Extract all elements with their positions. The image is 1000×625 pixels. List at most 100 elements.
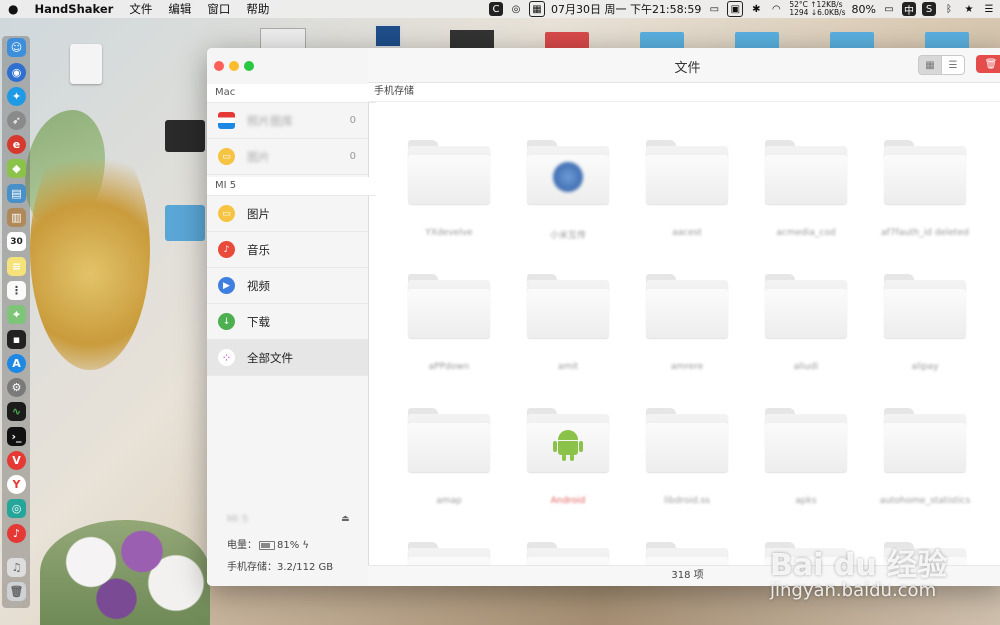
reminders-icon[interactable]: ⋮ xyxy=(7,281,26,300)
yandex-icon[interactable]: Y xyxy=(7,475,26,494)
list-view-button[interactable]: ☰ xyxy=(941,55,965,75)
watermark-url: jingyan.baidu.com xyxy=(770,580,937,601)
sidebar-item-mac-pictures[interactable]: ▭ 图片 0 xyxy=(207,139,368,175)
desktop-photo-icon[interactable] xyxy=(450,30,494,50)
trash-icon[interactable]: 🗑 xyxy=(7,582,26,601)
desktop-wallpaper-pineapple xyxy=(30,130,150,370)
folder-label: autohome_statistics xyxy=(879,496,971,506)
delete-button[interactable]: 🗑 xyxy=(976,55,1000,73)
eject-icon[interactable]: ⏏ xyxy=(341,514,350,524)
list-icon: ☰ xyxy=(948,59,958,71)
app-store-icon[interactable]: A xyxy=(7,354,26,373)
close-button[interactable] xyxy=(214,61,224,71)
folder-item[interactable] xyxy=(646,274,728,344)
star-icon[interactable]: ★ xyxy=(962,2,976,16)
charging-icon: ϟ xyxy=(302,540,310,551)
sidebar-item-videos[interactable]: ▶ 视频 xyxy=(207,268,368,304)
sidebar-item-label: 视频 xyxy=(247,278,270,293)
folder-label: Android xyxy=(550,496,586,506)
desktop-file-icon[interactable] xyxy=(165,120,205,152)
folder-item[interactable] xyxy=(527,274,609,344)
app-red-icon[interactable]: e xyxy=(7,135,26,154)
battery-icon[interactable]: ▭ xyxy=(882,2,896,16)
sidebar-item-photo-library[interactable]: 照片图库 0 xyxy=(207,103,368,139)
folder-item[interactable] xyxy=(408,408,490,478)
terminal-dark-icon[interactable]: ▪ xyxy=(7,330,26,349)
system-preferences-icon[interactable]: ⚙ xyxy=(7,378,26,397)
desktop-monitor-icon[interactable] xyxy=(374,24,402,48)
sidebar-item-music[interactable]: ♪ 音乐 xyxy=(207,232,368,268)
sidebar-item-label: 音乐 xyxy=(247,242,270,257)
system-stats[interactable]: 52°C ↑12KB/s 1294 ↓6.0KB/s xyxy=(789,1,845,17)
menu-edit[interactable]: 编辑 xyxy=(160,1,199,17)
minimize-button[interactable] xyxy=(229,61,239,71)
sidebar-item-all-files[interactable]: ⁘ 全部文件 xyxy=(207,340,368,376)
wifi-icon[interactable]: ◠ xyxy=(769,2,783,16)
apple-menu-icon[interactable]: ● xyxy=(0,2,26,16)
all-files-icon: ⁘ xyxy=(218,349,235,366)
maps-icon[interactable]: ⌖ xyxy=(7,305,26,324)
dock: ☺ ◉ ✦ ➶ e ◆ ▤ ▥ 30 ≡ ⋮ ⌖ ▪ A ⚙ ∿ ›_ V Y … xyxy=(2,36,30,608)
image-icon[interactable]: ▣ xyxy=(727,1,744,17)
folder-item[interactable] xyxy=(884,140,966,210)
grid-view-button[interactable]: ▦ xyxy=(918,55,942,75)
safari-icon[interactable]: ✦ xyxy=(7,87,26,106)
menu-file[interactable]: 文件 xyxy=(121,1,160,17)
clock-datetime[interactable]: 07月30日 周一 下午21:58:59 xyxy=(551,1,701,17)
activity-monitor-icon[interactable]: ∿ xyxy=(7,402,26,421)
menu-help[interactable]: 帮助 xyxy=(238,1,277,17)
sidebar-item-pictures[interactable]: ▭ 图片 xyxy=(207,196,368,232)
finder-icon[interactable]: ☺ xyxy=(7,38,26,57)
sogou-icon[interactable]: S xyxy=(922,2,936,16)
folder-item[interactable] xyxy=(765,408,847,478)
app-menu[interactable]: HandShaker xyxy=(26,2,121,16)
folder-item[interactable] xyxy=(527,408,609,478)
airplay-icon[interactable]: ▭ xyxy=(707,2,721,16)
folder-item[interactable] xyxy=(408,274,490,344)
desktop-file-icon[interactable] xyxy=(165,205,205,241)
folder-item[interactable] xyxy=(646,408,728,478)
clipboard-c-icon[interactable]: C xyxy=(488,2,503,16)
netease-music-icon[interactable]: ♪ xyxy=(7,524,26,543)
picture-icon: ▭ xyxy=(218,148,235,165)
contacts-icon[interactable]: ▥ xyxy=(7,208,26,227)
launchpad-icon[interactable]: ◉ xyxy=(7,63,26,82)
bluetooth-icon[interactable]: ᛒ xyxy=(942,2,956,16)
sidebar-item-downloads[interactable]: ↓ 下载 xyxy=(207,304,368,340)
menu-window[interactable]: 窗口 xyxy=(199,1,238,17)
preview-icon[interactable]: ▤ xyxy=(7,184,26,203)
breadcrumb[interactable]: 手机存储 xyxy=(368,83,1000,102)
folder-item[interactable] xyxy=(527,140,609,210)
calendar-icon[interactable]: ▦ xyxy=(528,1,545,17)
folder-item[interactable] xyxy=(646,140,728,210)
grid-icon: ▦ xyxy=(925,59,935,71)
section-header-device: MI 5 xyxy=(207,177,376,196)
folder-item[interactable] xyxy=(765,140,847,210)
device-name: MI 5 xyxy=(227,514,249,525)
input-method-indicator[interactable]: 中 xyxy=(902,2,916,17)
folder-item[interactable] xyxy=(884,274,966,344)
title-bar: 文件 ▦ ☰ 🗑 xyxy=(368,48,1000,83)
rocket-icon[interactable]: ➶ xyxy=(7,111,26,130)
play-icon: ▶ xyxy=(218,277,235,294)
zoom-button[interactable] xyxy=(244,61,254,71)
shortcut-icon[interactable]: ✱ xyxy=(749,2,763,16)
terminal-icon[interactable]: ›_ xyxy=(7,427,26,446)
desktop-file-icon[interactable] xyxy=(70,44,102,84)
menu-list-icon[interactable]: ☰ xyxy=(982,2,996,16)
folder-label: af7fauth_id deleted xyxy=(881,228,969,238)
android-studio-icon[interactable]: ◆ xyxy=(7,159,26,178)
globe-icon[interactable]: ◎ xyxy=(509,2,523,16)
battery-percent[interactable]: 80% xyxy=(852,3,876,16)
sync-app-icon[interactable]: ◎ xyxy=(7,499,26,518)
itunes-icon[interactable]: ♫ xyxy=(7,558,26,577)
sidebar-item-label: 照片图库 xyxy=(247,113,293,128)
vivaldi-icon[interactable]: V xyxy=(7,451,26,470)
calendar-app-icon[interactable]: 30 xyxy=(7,232,26,251)
file-grid: YXdevelve 小米互传 aacest acmedia_cod af7fau… xyxy=(368,102,1000,586)
folder-item[interactable] xyxy=(408,140,490,210)
folder-item[interactable] xyxy=(884,408,966,478)
folder-item[interactable] xyxy=(765,274,847,344)
notes-icon[interactable]: ≡ xyxy=(7,257,26,276)
photos-icon xyxy=(218,112,235,129)
